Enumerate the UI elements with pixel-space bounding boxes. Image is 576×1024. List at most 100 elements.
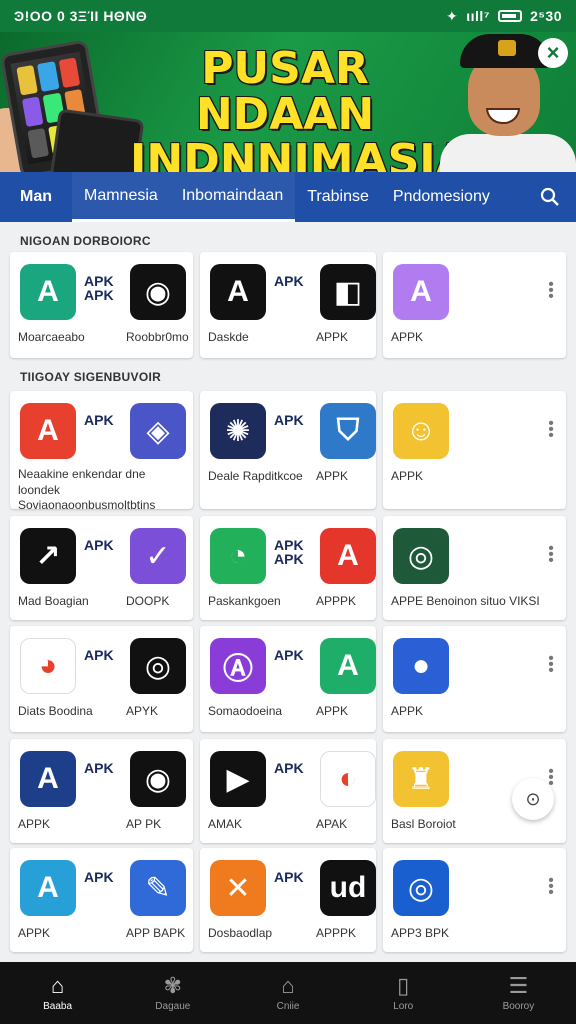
app-card[interactable]: ◕ ◎ APK Diats Boodina APYK	[10, 626, 193, 732]
letter-a-icon: A	[20, 860, 76, 916]
app-name: APPK	[391, 469, 424, 483]
nav-label: Cniie	[276, 1000, 300, 1012]
app-card[interactable]: ✕ ud APK Dosbaodlap APPPK	[200, 848, 376, 952]
app-name: Diats Boodina	[18, 704, 93, 718]
target-icon: ◎	[130, 638, 186, 694]
app-name: Roobbr0mokk	[126, 330, 189, 344]
compass-icon: ⊙	[525, 788, 541, 809]
apk-tag: APK	[274, 551, 304, 567]
home-icon: ⌂	[50, 972, 65, 998]
app-card[interactable]: A ✎ APK APPK APP BAPK	[10, 848, 193, 952]
nav-item-menu[interactable]: ☰ Booroy	[461, 962, 576, 1024]
gradient-a-icon: A	[393, 264, 449, 320]
app-name: APPK	[316, 704, 349, 718]
leaf-icon: ◐	[320, 751, 376, 807]
camera-lens-icon: ◎	[393, 860, 449, 916]
game-icon: ⌂	[281, 972, 295, 998]
app-card[interactable]: ↗ ✓ APK Mad Boagian DOOPK	[10, 516, 193, 620]
search-button[interactable]	[524, 172, 576, 222]
nav-item-games[interactable]: ⌂ Cniie	[230, 962, 345, 1024]
app-card[interactable]: ☺ APPK • • •	[383, 391, 566, 509]
app-card[interactable]: Ⓐ A APK Somaodoeina APPK	[200, 626, 376, 732]
app-name: Mad Boagian	[18, 594, 89, 608]
app-name: Dosbaodlap	[208, 926, 273, 940]
more-options-icon[interactable]: • • •	[548, 873, 554, 901]
apk-tag: APK	[274, 537, 304, 553]
app-name: APPK	[391, 330, 424, 344]
more-options-icon[interactable]: • • •	[548, 541, 554, 569]
tab-1[interactable]: Mamnesia	[72, 172, 170, 222]
apk-tag: APK	[274, 273, 304, 289]
app-card[interactable]: ▶ ◐ APK AMAK APAK	[200, 739, 376, 843]
apk-tag: APK	[84, 537, 114, 553]
package-icon: ◧	[320, 264, 376, 320]
close-banner-button[interactable]: ×	[538, 38, 568, 68]
app-name: APP BAPK	[126, 926, 186, 940]
app-name: APPK	[391, 704, 424, 718]
nav-item-apps[interactable]: ✾ Dagaue	[115, 962, 230, 1024]
banner-title-line2: INDNNIMASIA	[130, 135, 470, 172]
avatar-girl-icon: ☺	[393, 403, 449, 459]
close-icon: ×	[546, 40, 560, 65]
category-tabbar: Man Mamnesia Inbomaindaan Trabinse Pndom…	[0, 172, 576, 222]
promo-banner[interactable]: PUSAR NDAAN INDNNIMASIA	[0, 32, 576, 172]
apk-tag: APK	[84, 287, 114, 303]
app-name: APPE Benoinon situo VIKSI	[391, 594, 540, 608]
app-name: Somaodoeina	[208, 704, 283, 718]
app-name: APPPK	[316, 926, 357, 940]
letter-a-icon: A	[210, 264, 266, 320]
app-card[interactable]: ◎ APP3 BPK • • •	[383, 848, 566, 952]
letters-icon: ud	[320, 860, 376, 916]
app-name: APYK	[126, 704, 159, 718]
status-bar: Ͽ!ΟΟ 0 3ΞΊΙ ΗΘΝΘ ✦ ιıll⁷ 2⁵30	[0, 0, 576, 32]
apk-tag: APK	[274, 412, 304, 428]
app-card[interactable]: A ◧ APK Daskde APPK	[200, 252, 376, 358]
tab-4[interactable]: Pndomesiony	[381, 172, 502, 222]
app-card[interactable]: ◔ A APK APK Paskankgoen APPPK	[200, 516, 376, 620]
app-name: APPPK	[316, 594, 357, 608]
nav-label: Booroy	[502, 1000, 535, 1012]
feather-icon: ✎	[130, 860, 186, 916]
play-icon: ▶	[210, 751, 266, 807]
battery-icon	[498, 10, 523, 22]
tab-3[interactable]: Trabinse	[295, 172, 381, 222]
search-icon	[540, 187, 559, 206]
more-options-icon[interactable]: • • •	[548, 416, 554, 444]
apk-tag: APK	[84, 647, 114, 663]
more-options-icon[interactable]: • • •	[548, 277, 554, 305]
app-card[interactable]: A ◉ APKAPK Moarcaeabo Roobbr0mokk	[10, 252, 193, 358]
app-name: DOOPK	[126, 594, 170, 608]
sphere-icon: ●	[393, 638, 449, 694]
app-name: APAK	[316, 817, 348, 831]
floating-action-button[interactable]: ⊙	[512, 778, 554, 820]
app-card[interactable]: A APPK • • •	[383, 252, 566, 358]
wifi-icon: ✦	[445, 7, 459, 24]
menu-icon: ☰	[508, 972, 529, 998]
app-card[interactable]: A ◉ APK APPK AP PK	[10, 739, 193, 843]
more-options-icon[interactable]: • • •	[548, 651, 554, 679]
section-title-2: TIIGOAY SIGENBUVOIR	[20, 370, 162, 384]
nav-label: Loro	[393, 1000, 414, 1012]
tab-0[interactable]: Man	[0, 172, 72, 222]
status-right: ✦ ιıll⁷ 2⁵30	[446, 8, 562, 25]
app-name: AMAK	[208, 817, 243, 831]
apk-tag: APK	[84, 412, 114, 428]
app-name: Daskde	[208, 330, 249, 344]
app-store-icon: A	[20, 264, 76, 320]
nav-label: Dagaue	[155, 1000, 191, 1012]
nav-item-books[interactable]: ▯ Loro	[346, 962, 461, 1024]
apps-icon: ✾	[163, 972, 183, 998]
apk-tag: APK	[84, 760, 114, 776]
banner-title-line1: PUSAR NDAAN	[195, 43, 375, 141]
nav-item-home[interactable]: ⌂ Baaba	[0, 962, 115, 1024]
app-card[interactable]: ✺ ⛉ APK Deale Rapditkcoe APPK	[200, 391, 376, 509]
tab-2[interactable]: Inbomaindaan	[169, 172, 296, 222]
banner-title: PUSAR NDAAN INDNNIMASIA	[130, 43, 470, 172]
app-card[interactable]: ◎ APPE Benoinon situo VIKSI • • •	[383, 516, 566, 620]
chrome-pin-icon: ◕	[20, 638, 76, 694]
app-name: Deale Rapditkcoe	[208, 469, 303, 483]
app-card[interactable]: A ◈ APK Neaakine enkendar dne loondek Sovia…	[10, 391, 193, 512]
app-card[interactable]: ● APPK • • •	[383, 626, 566, 732]
letter-a-icon: A	[320, 638, 376, 694]
bottom-navigation: ⌂ Baaba ✾ Dagaue ⌂ Cniie ▯ Loro ☰ Booroy	[0, 962, 576, 1024]
